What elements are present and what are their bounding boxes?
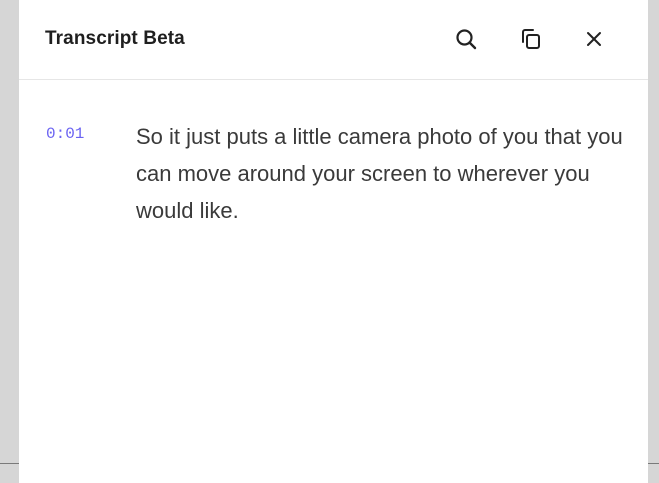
- entry-text: So it just puts a little camera photo of…: [136, 124, 623, 223]
- close-icon: [587, 32, 601, 46]
- transcript-panel: Transcript Beta 0:01 So it just puts a l…: [19, 0, 648, 483]
- copy-button[interactable]: [514, 22, 548, 56]
- panel-title: Transcript Beta: [45, 28, 185, 49]
- panel-header: Transcript Beta: [19, 0, 648, 80]
- search-button[interactable]: [449, 22, 483, 56]
- copy-icon: [522, 29, 540, 49]
- search-icon: [456, 29, 477, 50]
- entry-timestamp[interactable]: 0:01: [46, 125, 84, 143]
- close-button[interactable]: [577, 22, 611, 56]
